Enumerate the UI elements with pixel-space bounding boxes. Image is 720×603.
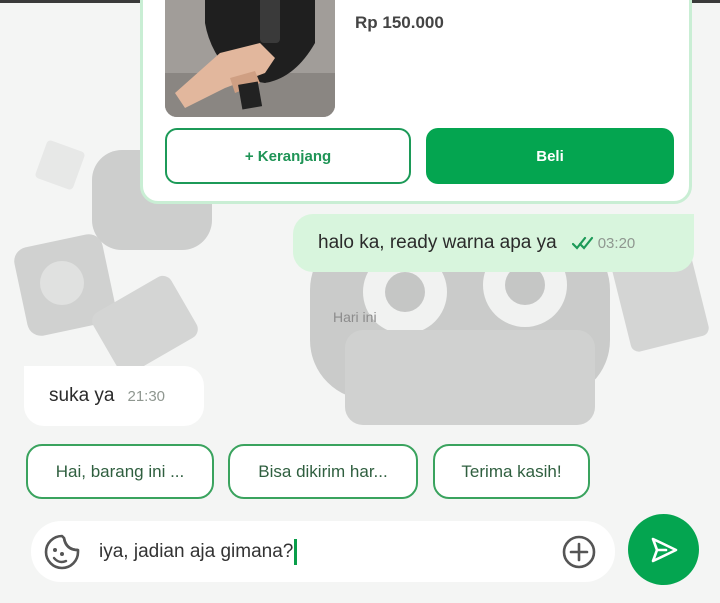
buy-button[interactable]: Beli [426, 128, 674, 184]
message-composer[interactable]: iya, jadian aja gimana? [31, 521, 615, 582]
quick-reply-chip[interactable]: Bisa dikirim har... [228, 444, 418, 499]
helmet-photo [165, 0, 335, 117]
message-input-value: iya, jadian aja gimana? [99, 541, 294, 562]
add-to-cart-button[interactable]: + Keranjang [165, 128, 411, 184]
send-icon [651, 537, 677, 562]
product-card[interactable]: Rp 150.000 + Keranjang Beli [140, 0, 692, 204]
message-time: 03:20 [597, 234, 636, 252]
product-price: Rp 150.000 [355, 13, 444, 32]
message-input[interactable]: iya, jadian aja gimana? [99, 539, 298, 565]
text-caret [294, 539, 298, 565]
outgoing-message[interactable]: halo ka, ready warna apa ya 03:20 [293, 214, 694, 272]
incoming-message[interactable]: suka ya 21:30 [24, 366, 204, 426]
message-text: suka ya [49, 385, 115, 406]
send-button[interactable] [628, 514, 699, 585]
double-check-icon [571, 236, 594, 250]
quick-reply-chip[interactable]: Hai, barang ini ... [26, 444, 214, 499]
plus-icon[interactable] [561, 534, 597, 570]
message-time: 21:30 [127, 387, 166, 405]
product-image[interactable] [165, 0, 335, 117]
message-text: halo ka, ready warna apa ya [318, 232, 557, 253]
date-separator: Hari ini [333, 309, 377, 325]
sticker-icon[interactable] [43, 533, 81, 571]
quick-reply-chip[interactable]: Terima kasih! [433, 444, 590, 499]
